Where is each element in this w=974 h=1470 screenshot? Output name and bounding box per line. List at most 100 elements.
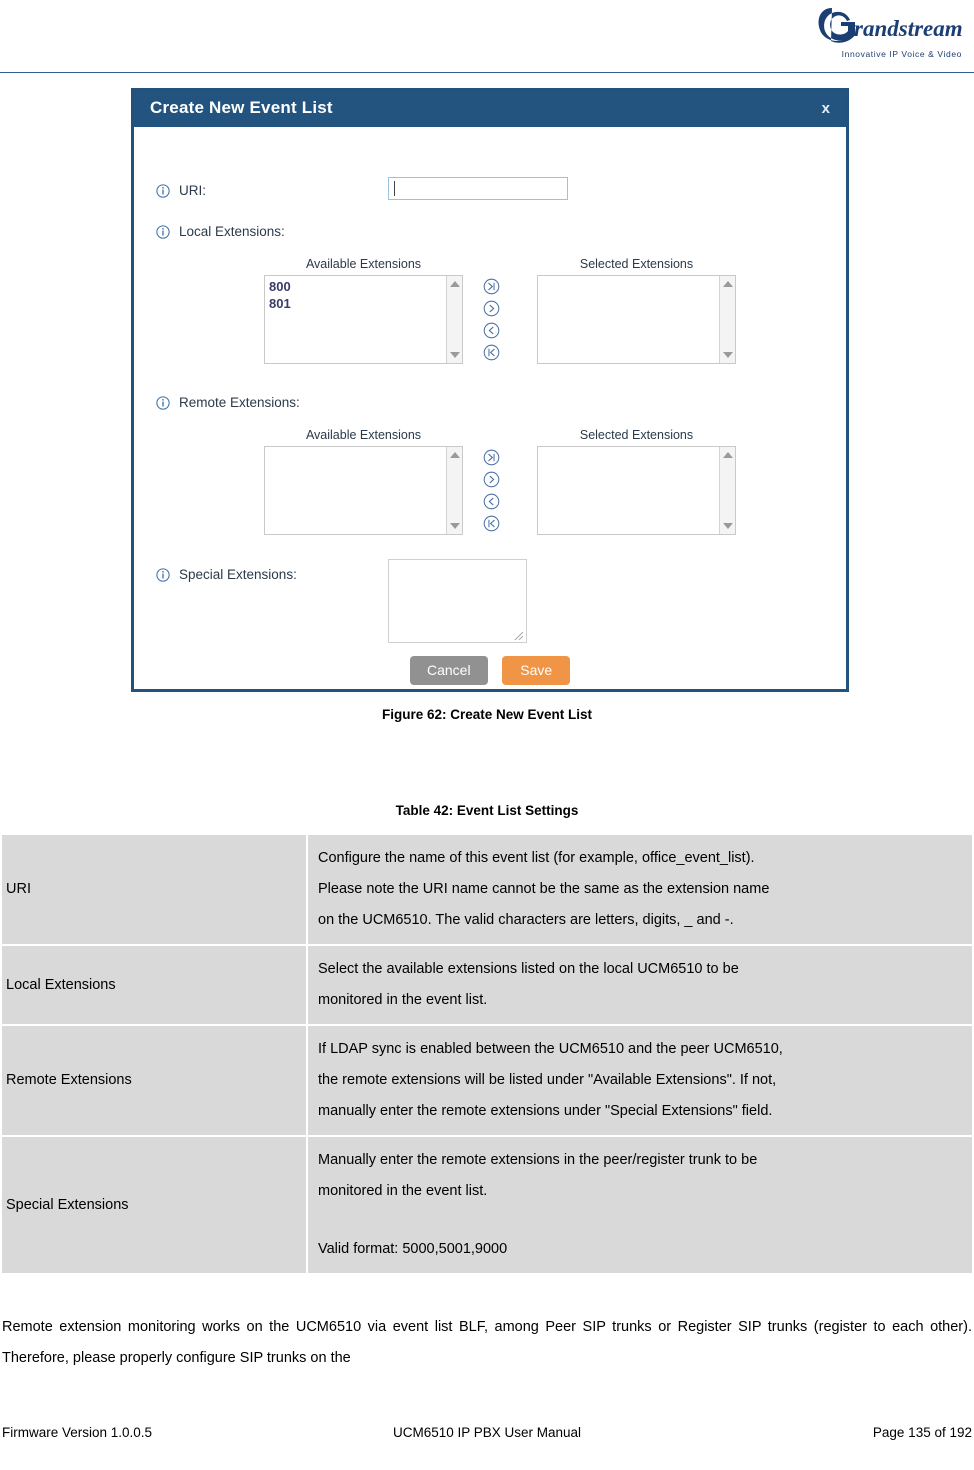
remote-selected-heading: Selected Extensions xyxy=(579,428,694,442)
grandstream-logo: randstream Innovative IP Voice & Video xyxy=(814,2,966,68)
remote-extensions-label: Remote Extensions: xyxy=(179,395,300,410)
description-line: monitored in the event list. xyxy=(318,1183,488,1199)
grandstream-logo-icon: randstream xyxy=(818,8,963,43)
special-extensions-textarea[interactable] xyxy=(388,559,527,643)
local-transfer-buttons xyxy=(476,278,516,366)
remote-selected-items xyxy=(538,447,718,534)
local-selected-heading: Selected Extensions xyxy=(579,257,694,271)
create-event-list-dialog: Create New Event List x URI: Local Exten… xyxy=(131,88,849,692)
uri-label: URI: xyxy=(179,183,206,198)
setting-name: URI xyxy=(2,835,306,944)
dialog-body: URI: Local Extensions: Available Extensi… xyxy=(134,127,846,689)
description-line: Valid format: 5000,5001,9000 xyxy=(318,1241,508,1257)
remote-extensions-dual-list: Available Extensions Selected Extensions xyxy=(264,428,736,538)
move-left-button[interactable] xyxy=(483,493,500,510)
description-line: monitored in the event list. xyxy=(318,992,488,1008)
dialog-title: Create New Event List xyxy=(150,98,333,117)
table-row: Remote Extensions If LDAP sync is enable… xyxy=(2,1026,972,1135)
setting-description: Configure the name of this event list (f… xyxy=(308,835,972,944)
setting-name: Local Extensions xyxy=(2,946,306,1024)
scroll-down-icon[interactable] xyxy=(450,523,460,529)
table-row: Local Extensions Select the available ex… xyxy=(2,946,972,1024)
scroll-up-icon[interactable] xyxy=(450,281,460,287)
remote-available-heading: Available Extensions xyxy=(305,428,422,442)
local-selected-items xyxy=(538,276,718,363)
local-extensions-field-row: Local Extensions: xyxy=(156,224,285,239)
table-caption: Table 42: Event List Settings xyxy=(395,803,579,818)
uri-input[interactable] xyxy=(388,177,568,200)
dialog-action-buttons: Cancel Save xyxy=(134,656,846,685)
setting-name: Special Extensions xyxy=(2,1137,306,1273)
listbox-scrollbar[interactable] xyxy=(446,447,462,534)
svg-text:randstream: randstream xyxy=(854,16,963,41)
setting-description: Select the available extensions listed o… xyxy=(308,946,972,1024)
description-line: on the UCM6510. The valid characters are… xyxy=(318,912,734,928)
local-available-listbox[interactable]: 800 801 xyxy=(264,275,463,364)
table-row: Special Extensions Manually enter the re… xyxy=(2,1137,972,1273)
figure-caption: Figure 62: Create New Event List xyxy=(381,707,593,722)
text-caret xyxy=(394,181,395,196)
remote-available-listbox[interactable] xyxy=(264,446,463,535)
remote-available-column: Available Extensions xyxy=(264,428,463,535)
local-available-heading: Available Extensions xyxy=(305,257,422,271)
resize-grip-icon[interactable] xyxy=(514,631,524,641)
info-icon xyxy=(156,567,170,582)
description-line: Please note the URI name cannot be the s… xyxy=(318,881,770,897)
body-paragraph: Remote extension monitoring works on the… xyxy=(2,1319,972,1366)
scroll-down-icon[interactable] xyxy=(723,352,733,358)
scroll-down-icon[interactable] xyxy=(450,352,460,358)
logo-tagline: Innovative IP Voice & Video xyxy=(841,49,962,59)
move-right-button[interactable] xyxy=(483,300,500,317)
description-line: Manually enter the remote extensions in … xyxy=(318,1152,758,1168)
move-all-left-button[interactable] xyxy=(483,344,500,361)
move-all-right-button[interactable] xyxy=(483,278,500,295)
table-row: URI Configure the name of this event lis… xyxy=(2,835,972,944)
close-icon[interactable]: x xyxy=(822,100,830,117)
remote-selected-listbox[interactable] xyxy=(537,446,736,535)
description-spacer xyxy=(318,1207,966,1234)
local-available-column: Available Extensions 800 801 xyxy=(264,257,463,364)
description-line: Select the available extensions listed o… xyxy=(318,961,739,977)
remote-transfer-buttons xyxy=(476,449,516,537)
local-available-items: 800 801 xyxy=(265,276,445,363)
info-icon xyxy=(156,183,170,198)
remote-extensions-field-row: Remote Extensions: xyxy=(156,395,300,410)
description-line: manually enter the remote extensions und… xyxy=(318,1103,773,1119)
list-item[interactable]: 801 xyxy=(269,295,445,312)
cancel-button[interactable]: Cancel xyxy=(409,656,488,685)
listbox-scrollbar[interactable] xyxy=(446,276,462,363)
local-selected-column: Selected Extensions xyxy=(537,257,736,364)
setting-description: Manually enter the remote extensions in … xyxy=(308,1137,972,1273)
local-selected-listbox[interactable] xyxy=(537,275,736,364)
scroll-up-icon[interactable] xyxy=(723,452,733,458)
setting-name: Remote Extensions xyxy=(2,1026,306,1135)
footer-page-number: Page 135 of 192 xyxy=(872,1425,972,1440)
remote-available-items xyxy=(265,447,445,534)
listbox-scrollbar[interactable] xyxy=(719,447,735,534)
setting-description: If LDAP sync is enabled between the UCM6… xyxy=(308,1026,972,1135)
scroll-down-icon[interactable] xyxy=(723,523,733,529)
event-list-settings-table: URI Configure the name of this event lis… xyxy=(0,833,974,1275)
page-footer: Firmware Version 1.0.0.5 UCM6510 IP PBX … xyxy=(0,1425,974,1447)
listbox-scrollbar[interactable] xyxy=(719,276,735,363)
description-line: If LDAP sync is enabled between the UCM6… xyxy=(318,1041,783,1057)
list-item[interactable]: 800 xyxy=(269,278,445,295)
page-header: randstream Innovative IP Voice & Video xyxy=(0,0,974,78)
move-all-left-button[interactable] xyxy=(483,515,500,532)
local-extensions-label: Local Extensions: xyxy=(179,224,285,239)
uri-field-row: URI: xyxy=(156,183,206,198)
scroll-up-icon[interactable] xyxy=(450,452,460,458)
move-right-button[interactable] xyxy=(483,471,500,488)
move-left-button[interactable] xyxy=(483,322,500,339)
special-extensions-label: Special Extensions: xyxy=(179,567,297,582)
header-divider xyxy=(0,72,974,73)
footer-manual-title: UCM6510 IP PBX User Manual xyxy=(392,1425,582,1440)
scroll-up-icon[interactable] xyxy=(723,281,733,287)
dialog-titlebar: Create New Event List x xyxy=(134,91,846,127)
remote-selected-column: Selected Extensions xyxy=(537,428,736,535)
move-all-right-button[interactable] xyxy=(483,449,500,466)
local-extensions-dual-list: Available Extensions 800 801 Selected Ex… xyxy=(264,257,736,367)
save-button[interactable]: Save xyxy=(502,656,571,685)
description-line: the remote extensions will be listed und… xyxy=(318,1072,777,1088)
special-extensions-field-row: Special Extensions: xyxy=(156,567,297,582)
